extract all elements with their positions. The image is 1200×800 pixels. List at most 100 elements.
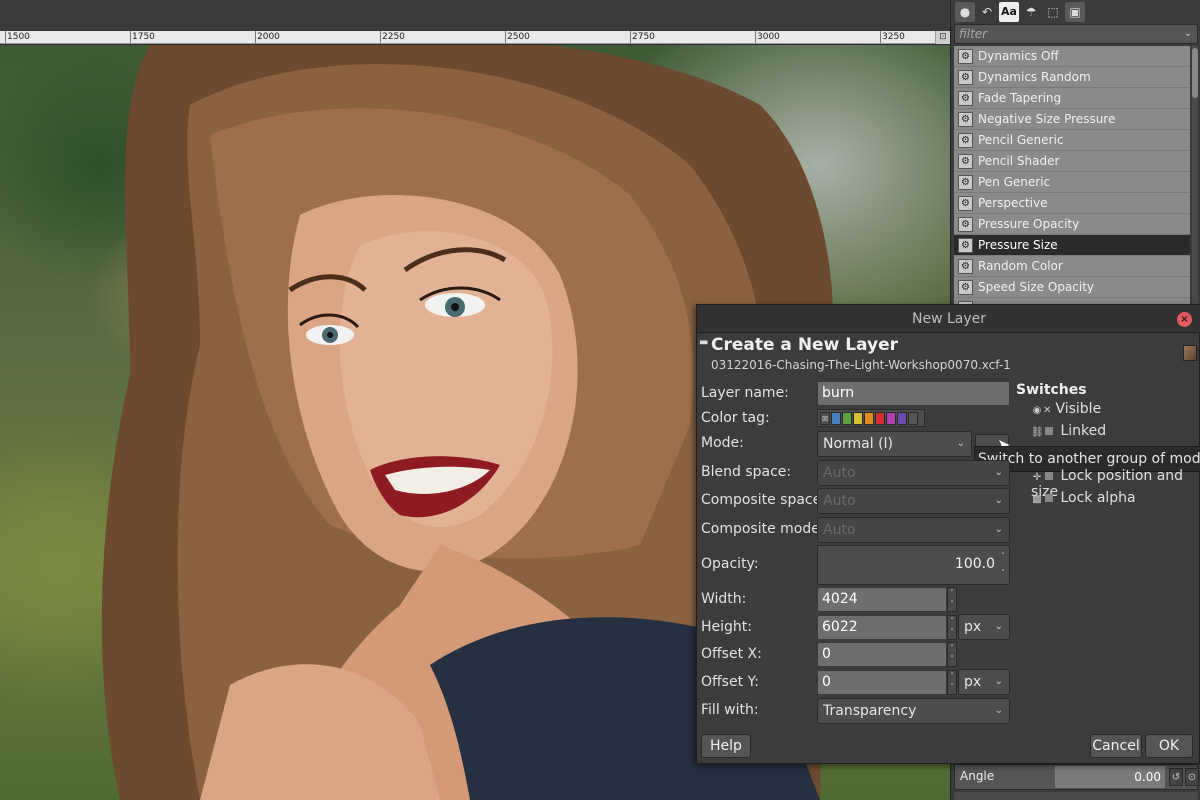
scrollbar-thumb[interactable] (1192, 48, 1198, 98)
offset-x-label: Offset X: (701, 646, 762, 662)
dynamics-icon: ⚙ (958, 49, 973, 64)
fill-with-combo[interactable]: Transparency ⌄ (817, 698, 1010, 724)
chevron-down-icon: ⌄ (994, 467, 1003, 478)
size-unit-combo[interactable]: px ⌄ (958, 614, 1010, 640)
dynamics-icon: ⚙ (958, 154, 973, 169)
paint-dynamics-icon[interactable]: ▣ (1065, 2, 1085, 22)
spin-arrows-icon[interactable]: ˄ ˅ (999, 548, 1007, 582)
color-tag-red[interactable] (886, 412, 896, 425)
offset-x-input[interactable]: 0 (817, 642, 947, 667)
dock-tabs: ● ↶ Aa ☂ ⬚ ▣ (951, 0, 1200, 24)
color-tag-blue[interactable] (831, 412, 841, 425)
composite-space-label: Composite space: (701, 492, 826, 508)
offset-x-spin-icon[interactable]: ˄ ˅ (947, 642, 957, 667)
link-icon[interactable]: ⊙ (1185, 768, 1199, 786)
color-tag-brown[interactable] (875, 412, 885, 425)
chevron-down-icon: ⌄ (956, 438, 965, 449)
ok-button[interactable]: OK (1145, 734, 1193, 758)
font-icon[interactable]: Aa (999, 2, 1019, 22)
help-button[interactable]: Help (701, 734, 751, 758)
color-tag-green[interactable] (842, 412, 852, 425)
no-color-tag-icon[interactable]: ⊠ (820, 412, 830, 425)
checkbox[interactable] (1045, 493, 1053, 502)
dock-filter-input[interactable]: filter ⌄ (954, 24, 1198, 44)
width-spin-icon[interactable]: ˄ ˅ (947, 587, 957, 612)
dynamics-item[interactable]: ⚙ Dynamics Off (954, 46, 1190, 67)
offset-y-input[interactable]: 0 (817, 670, 947, 695)
offset-unit-combo[interactable]: px ⌄ (958, 669, 1010, 695)
checker-icon: ▩ (1032, 494, 1042, 505)
height-spin-icon[interactable]: ˄ ˅ (947, 615, 957, 640)
history-icon[interactable]: ↶ (977, 2, 997, 22)
opacity-slider[interactable]: 100.0 ˄ ˅ (817, 545, 1010, 585)
cancel-button[interactable]: Cancel (1090, 734, 1142, 758)
color-tag-gray[interactable] (908, 412, 918, 425)
brush-icon[interactable]: ● (955, 2, 975, 22)
opacity-label: Opacity: (701, 556, 759, 572)
composite-mode-label: Composite mode: (701, 521, 825, 537)
layer-name-label: Layer name: (701, 385, 789, 401)
dialog-titlebar[interactable]: New Layer × (697, 305, 1200, 333)
color-tag-yellow[interactable] (853, 412, 863, 425)
image-thumbnail (1183, 345, 1197, 361)
checkbox[interactable] (1045, 471, 1053, 480)
offset-y-spin-icon[interactable]: ˄ ˅ (947, 670, 957, 695)
dynamics-item[interactable]: ⚙ Perspective (954, 193, 1190, 214)
dynamics-item[interactable]: ⚙ Dynamics Random (954, 67, 1190, 88)
dock-scrollbar[interactable] (1192, 46, 1198, 304)
ruler-label: 1500 (7, 32, 30, 42)
ruler-label: 2000 (257, 32, 280, 42)
angle-field[interactable]: 0.00 (1055, 766, 1165, 788)
mode-combo[interactable]: Normal (l) ⌄ (817, 431, 972, 457)
ruler-label: 2750 (632, 32, 655, 42)
linked-switch[interactable]: ⛓ Linked (1031, 423, 1106, 439)
checkbox[interactable] (1045, 426, 1053, 435)
blend-space-combo[interactable]: Auto ⌄ (817, 460, 1010, 486)
close-icon[interactable]: × (1177, 312, 1192, 327)
dialog-heading: Create a New Layer (711, 335, 898, 355)
lock-alpha-switch[interactable]: ▩ Lock alpha (1031, 490, 1135, 506)
height-input[interactable]: 6022 (817, 615, 947, 640)
pin-icon[interactable]: ▬ (699, 337, 708, 348)
offset-y-label: Offset Y: (701, 674, 759, 690)
dynamics-item[interactable]: ⚙ Random Color (954, 256, 1190, 277)
reset-icon[interactable]: ↺ (1169, 768, 1183, 786)
color-tag-violet[interactable] (897, 412, 907, 425)
ruler-label: 3000 (757, 32, 780, 42)
dynamics-item[interactable]: ⚙ Pencil Generic (954, 130, 1190, 151)
eye-icon: ◉ (1032, 405, 1042, 416)
color-tag-label: Color tag: (701, 410, 770, 426)
dynamics-item[interactable]: ⚙ Fade Tapering (954, 88, 1190, 109)
dynamics-icon: ⚙ (958, 196, 973, 211)
tool-preset-icon[interactable]: ⬚ (1043, 2, 1063, 22)
dynamics-item[interactable]: ⚙ Speed Size Opacity (954, 277, 1190, 298)
chevron-down-icon: ⌄ (994, 621, 1003, 632)
dynamics-icon: ⚙ (958, 133, 973, 148)
dynamics-item[interactable]: ⚙ Pen Generic (954, 172, 1190, 193)
color-tag-selector[interactable]: ⊠ (817, 409, 925, 427)
dynamics-item-selected[interactable]: ⚙ Pressure Size (954, 235, 1190, 256)
composite-mode-combo[interactable]: Auto ⌄ (817, 517, 1010, 543)
visible-switch[interactable]: ◉ ✕ Visible (1031, 401, 1102, 417)
width-input[interactable]: 4024 (817, 587, 947, 612)
angle-label: Angle (960, 769, 995, 783)
opacity-value: 100.0 (954, 556, 995, 572)
dynamics-list: ⚙ Dynamics Off ⚙ Dynamics Random ⚙ Fade Tap… (954, 46, 1190, 304)
chevron-down-icon[interactable]: ⌄ (1184, 25, 1192, 43)
composite-space-combo[interactable]: Auto ⌄ (817, 488, 1010, 514)
check-icon[interactable]: ✕ (1043, 405, 1051, 416)
dynamics-icon[interactable]: ☂ (1021, 2, 1041, 22)
layer-name-input[interactable]: burn (817, 381, 1010, 406)
color-tag-orange[interactable] (864, 412, 874, 425)
move-icon: ✛ (1032, 472, 1042, 483)
dynamics-item[interactable]: ⚙ Negative Size Pressure (954, 109, 1190, 130)
tool-options-row (954, 792, 1198, 800)
dynamics-icon: ⚙ (958, 217, 973, 232)
dynamics-item[interactable]: ⚙ Pencil Shader (954, 151, 1190, 172)
chain-icon: ⛓ (1031, 427, 1044, 438)
horizontal-ruler[interactable]: 1500 1750 2000 2250 2500 2750 3000 3250 (0, 31, 950, 44)
fill-with-label: Fill with: (701, 702, 759, 718)
dynamics-item[interactable]: ⚙ Pressure Opacity (954, 214, 1190, 235)
ruler-corner-icon[interactable]: ⊡ (935, 31, 950, 44)
dynamics-icon: ⚙ (958, 175, 973, 190)
